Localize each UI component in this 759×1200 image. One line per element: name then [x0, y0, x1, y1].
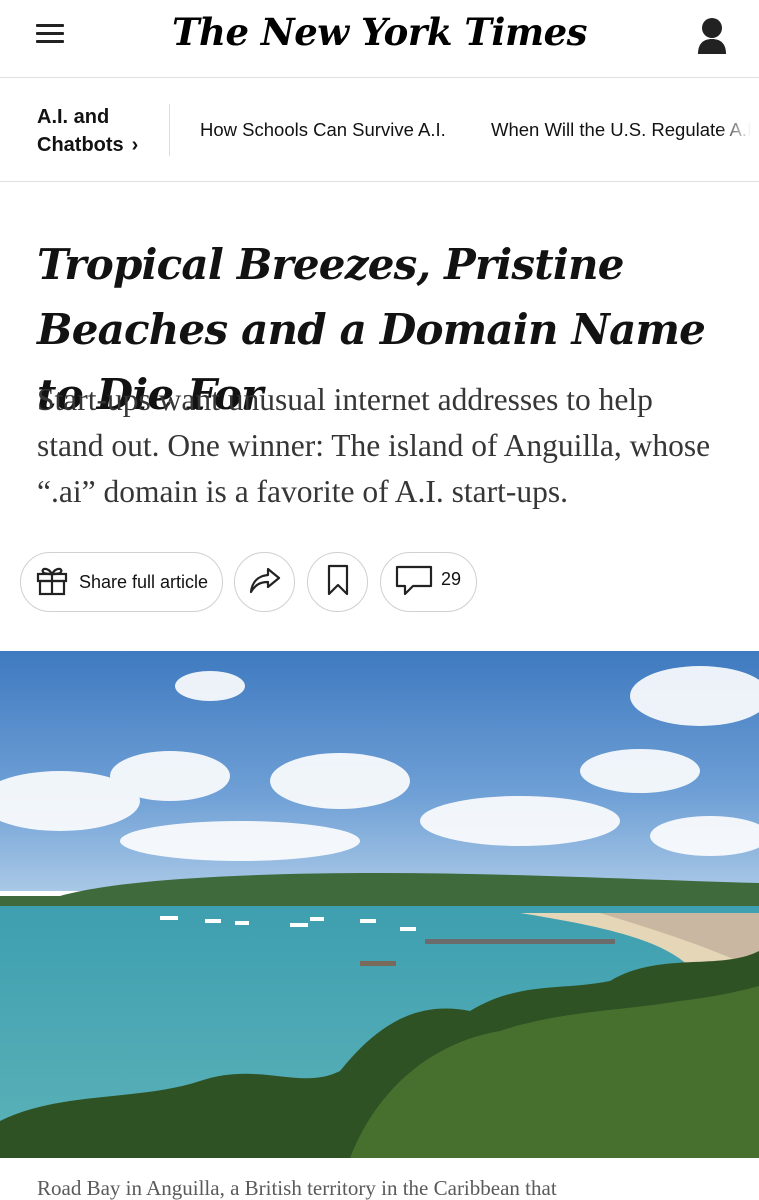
nav-link-regulate-ai[interactable]: When Will the U.S. Regulate A.I.: [491, 119, 757, 141]
nav-link-schools-ai[interactable]: How Schools Can Survive A.I.: [200, 119, 446, 141]
share-arrow-icon: [248, 565, 282, 600]
share-button[interactable]: [234, 552, 295, 612]
share-full-article-button[interactable]: Share full article: [20, 552, 223, 612]
user-account-icon[interactable]: [694, 16, 730, 58]
chevron-right-icon: ›: [131, 134, 139, 156]
comment-count: 29: [441, 568, 462, 589]
section-link-ai-chatbots[interactable]: A.I. and Chatbots ›: [37, 103, 157, 159]
nyt-logo[interactable]: The New York Times: [0, 10, 759, 54]
section-nav: A.I. and Chatbots › How Schools Can Survi…: [0, 79, 759, 182]
image-caption: Road Bay in Anguilla, a British territor…: [37, 1176, 557, 1200]
comment-bubble-icon: [395, 564, 433, 601]
comments-button[interactable]: 29: [380, 552, 477, 612]
nav-fade-overlay: [719, 79, 759, 181]
masthead: The New York Times: [0, 0, 759, 78]
bookmark-icon: [326, 564, 350, 601]
save-bookmark-button[interactable]: [307, 552, 368, 612]
nav-divider: [169, 104, 170, 156]
section-label-text: A.I. and Chatbots: [37, 106, 124, 156]
hero-image-road-bay: [0, 651, 759, 1158]
share-button-label: Share full article: [79, 571, 209, 592]
gift-icon: [35, 563, 69, 602]
article-summary: Start-ups want unusual internet addresse…: [37, 382, 711, 509]
